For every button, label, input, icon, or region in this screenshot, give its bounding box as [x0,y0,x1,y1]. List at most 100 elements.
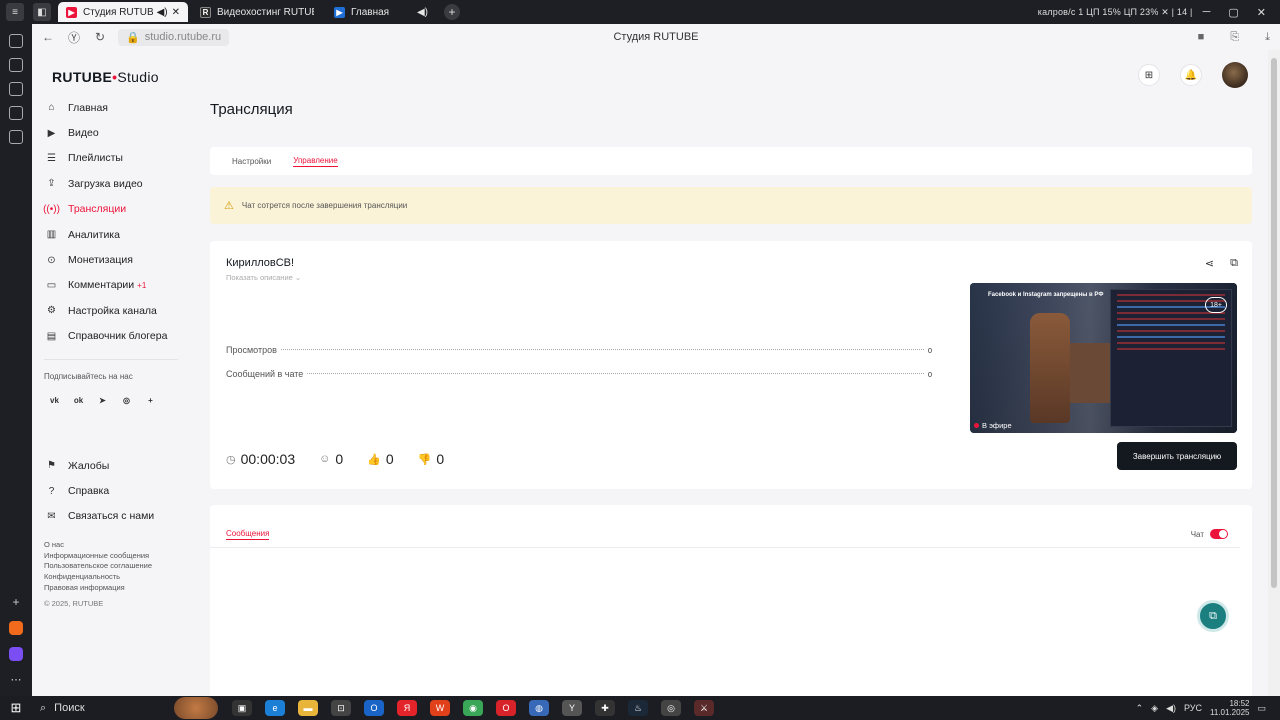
footer-link-news[interactable]: Информационные сообщения [44,551,152,562]
page-scrollbar[interactable] [1268,50,1280,696]
sidebar-item-contact[interactable]: ✉ Связаться с нами [32,504,178,529]
tab-mute-icon[interactable]: ◀) [157,7,168,18]
likes-metric: 👍 0 [367,451,394,467]
volume-icon[interactable]: ◀) [1166,703,1176,714]
chat-toggle[interactable] [1210,529,1228,539]
folder-icon[interactable]: ▬ [298,700,318,716]
language-indicator[interactable]: РУС [1184,703,1202,713]
end-broadcast-button[interactable]: Завершить трансляцию [1117,442,1237,470]
steam-icon[interactable]: ♨ [628,700,648,716]
telegram-icon[interactable]: ➤ [96,394,109,407]
sidebar-item-monetization[interactable]: ⊙ Монетизация [32,247,178,272]
tab-mute-icon[interactable]: ◀) [417,7,428,18]
close-window-button[interactable]: ✕ [1257,6,1266,19]
game-icon[interactable]: ⚔ [694,700,714,716]
workspaces-icon[interactable]: ◧ [33,3,51,21]
avatar[interactable] [1222,62,1248,88]
ok-icon[interactable]: ok [72,394,85,407]
sidebar-item-home[interactable]: ⌂ Главная [32,95,178,120]
store-icon[interactable]: ⊡ [331,700,351,716]
add-panel-icon[interactable]: + [12,595,19,609]
sidebar-item-upload[interactable]: ⇪ Загрузка видео [32,171,178,196]
yandex-browser-icon[interactable]: Y [562,700,582,716]
sidebar-item-help[interactable]: ? Справка [32,478,178,503]
bookmark-icon[interactable]: ■ [1198,31,1205,44]
reload-icon[interactable]: ↻ [90,30,110,44]
sidebar-item-video[interactable]: ▶ Видео [32,120,178,145]
footer-link-privacy[interactable]: Конфиденциальность [44,572,152,583]
app-icon[interactable] [9,621,23,635]
alice-icon[interactable] [9,647,23,661]
extensions-icon[interactable]: ⎘ [1230,31,1239,44]
task-view-icon[interactable]: ▣ [232,700,252,716]
sidebar-item-complaints[interactable]: ⚑ Жалобы [32,453,178,478]
obs-icon[interactable]: ◎ [661,700,681,716]
notes-icon[interactable] [9,130,23,144]
url-field[interactable]: 🔒 studio.rutube.ru [118,28,230,46]
duration-value: 00:00:03 [240,451,296,467]
yandex-icon[interactable]: Я [397,700,417,716]
sidebar-item-comments[interactable]: ▭ Комментарии +1 [32,273,178,298]
sidebar-item-playlists[interactable]: ☰ Плейлисты [32,146,178,171]
plus-icon[interactable]: + [144,394,157,407]
create-button[interactable]: ⊞ [1138,64,1160,86]
viewers-metric: ☺ 0 [319,451,343,467]
start-button[interactable]: ⊞ [0,700,32,716]
browser-tab-home[interactable]: ▶ Главная ◀) [326,2,436,22]
tab-management[interactable]: Управление [293,156,338,167]
yandex-icon[interactable]: Ⓨ [64,29,84,46]
sidebar-item-label: Справочник блогера [68,330,168,343]
edge-icon[interactable]: e [265,700,285,716]
dislikes-metric: 👎 0 [418,451,445,467]
browser-menu-icon[interactable]: ≡ [6,3,24,21]
footer-link-about[interactable]: О нас [44,540,152,551]
browser-tab-rutube[interactable]: R Видеохостинг RUTUBE. Смотрит [192,2,322,22]
browser-tab-studio[interactable]: ▶ Студия RUTUBE ◀) ✕ [58,2,188,22]
stream-preview[interactable]: Facebook и Instagram запрещены в РФ 18+ … [970,283,1237,433]
tab-close-icon[interactable]: ✕ [172,7,180,18]
tab-settings[interactable]: Настройки [232,157,271,166]
plus-square-icon: ⊞ [1144,69,1154,81]
minimize-button[interactable]: ─ [1203,6,1211,19]
show-description-link[interactable]: Показать описание ⌄ [226,273,301,282]
share-icon[interactable]: ⋖ [1205,257,1214,270]
tab-messages[interactable]: Сообщения [226,529,270,540]
external-link-icon[interactable]: ⧉ [1230,257,1238,270]
notifications-button[interactable]: 🔔 [1180,64,1202,86]
sidebar-item-analytics[interactable]: ▥ Аналитика [32,222,178,247]
preview-title: Facebook и Instagram запрещены в РФ [988,292,1104,298]
taskbar-search[interactable]: ⌕ Поиск [32,702,172,715]
more-icon[interactable]: ⋯ [11,673,22,686]
globe-icon[interactable]: ◍ [529,700,549,716]
bookmarks-icon[interactable] [9,58,23,72]
download-icon[interactable]: ⤓ [1265,31,1270,44]
maximize-button[interactable]: ▢ [1228,6,1238,19]
taskbar-clock[interactable]: 18:52 11.01.2025 [1210,699,1249,717]
back-icon[interactable]: ← [38,30,58,44]
network-icon[interactable]: ◈ [1151,703,1158,714]
plugin-icon[interactable]: ✚ [595,700,615,716]
opera-icon[interactable]: O [496,700,516,716]
support-chat-button[interactable]: ⧉ [1197,600,1229,632]
new-tab-button[interactable]: + [444,4,460,20]
sidebar-item-channel-settings[interactable]: ⚙ Настройка канала [32,298,178,323]
thumbs-up-icon: 👍 [367,453,381,466]
scrollbar-thumb[interactable] [1271,58,1277,588]
chrome-icon[interactable]: ◉ [463,700,483,716]
sidebar-item-broadcasts[interactable]: ((•)) Трансляции [32,197,178,222]
sidebar-item-blogger-guide[interactable]: ▤ Справочник блогера [32,324,178,349]
rutube-studio-logo[interactable]: RUTUBE•Studio [52,69,159,85]
tray-up-icon[interactable]: ⌃ [1136,703,1144,714]
sidebar-item-label: Аналитика [68,228,120,241]
downloads-icon[interactable] [9,82,23,96]
age-rating-badge: 18+ [1205,297,1227,313]
viber-icon[interactable]: ◎ [120,394,133,407]
vk-icon[interactable]: vk [48,394,61,407]
outlook-icon[interactable]: O [364,700,384,716]
footer-link-legal[interactable]: Правовая информация [44,583,152,594]
notifications-icon[interactable]: ▭ [1257,703,1266,714]
footer-link-terms[interactable]: Пользовательское соглашение [44,561,152,572]
notes-icon[interactable] [9,106,23,120]
history-icon[interactable] [9,34,23,48]
vivaldi-icon[interactable]: W [430,700,450,716]
